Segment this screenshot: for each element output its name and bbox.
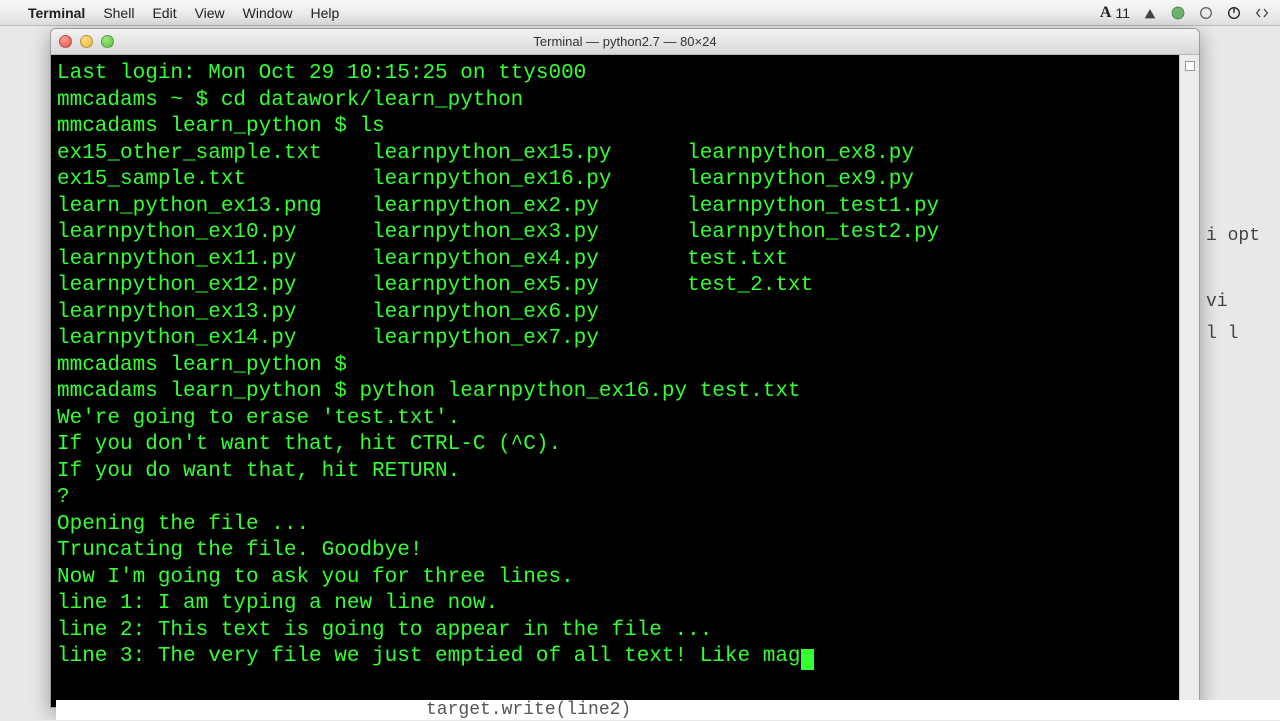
terminal-line: learnpython_ex12.py learnpython_ex5.py t…: [51, 273, 1179, 300]
background-editor-fragment: i opt vi l l: [1206, 220, 1276, 350]
window-titlebar[interactable]: Terminal — python2.7 — 80×24: [51, 29, 1199, 55]
menu-edit[interactable]: Edit: [152, 5, 176, 21]
terminal-line: If you do want that, hit RETURN.: [51, 459, 1179, 486]
terminal-line: learnpython_ex11.py learnpython_ex4.py t…: [51, 247, 1179, 274]
terminal-line: learnpython_ex10.py learnpython_ex3.py l…: [51, 220, 1179, 247]
terminal-line: Opening the file ...: [51, 512, 1179, 539]
terminal-line: Now I'm going to ask you for three lines…: [51, 565, 1179, 592]
menu-view[interactable]: View: [195, 5, 225, 21]
terminal-window: Terminal — python2.7 — 80×24 Last login:…: [50, 28, 1200, 708]
power-icon[interactable]: [1226, 5, 1242, 21]
macos-menubar: Terminal Shell Edit View Window Help A11: [0, 0, 1280, 26]
network-globe-icon[interactable]: [1170, 5, 1186, 21]
terminal-line: mmcadams learn_python $: [51, 353, 1179, 380]
terminal-line: line 2: This text is going to appear in …: [51, 618, 1179, 645]
window-title: Terminal — python2.7 — 80×24: [51, 34, 1199, 49]
terminal-line: mmcadams learn_python $ ls: [51, 114, 1179, 141]
scrollbar-marker: [1185, 61, 1195, 71]
nav-arrows-icon[interactable]: [1254, 5, 1270, 21]
terminal-viewport[interactable]: Last login: Mon Oct 29 10:15:25 on ttys0…: [51, 55, 1179, 707]
terminal-line: line 3: The very file we just emptied of…: [51, 644, 1179, 671]
terminal-scrollbar[interactable]: [1179, 55, 1199, 707]
terminal-line: Truncating the file. Goodbye!: [51, 538, 1179, 565]
sync-icon[interactable]: [1198, 5, 1214, 21]
menu-window[interactable]: Window: [243, 5, 293, 21]
background-editor-line: target.write(line2): [56, 700, 1280, 720]
terminal-line: learnpython_ex14.py learnpython_ex7.py: [51, 326, 1179, 353]
adobe-status-icon[interactable]: A11: [1100, 4, 1130, 22]
terminal-line: ?: [51, 485, 1179, 512]
menu-shell[interactable]: Shell: [103, 5, 134, 21]
menu-help[interactable]: Help: [310, 5, 339, 21]
terminal-line: ex15_other_sample.txt learnpython_ex15.p…: [51, 141, 1179, 168]
app-name[interactable]: Terminal: [28, 5, 85, 21]
terminal-line: Last login: Mon Oct 29 10:15:25 on ttys0…: [51, 61, 1179, 88]
terminal-line: learnpython_ex13.py learnpython_ex6.py: [51, 300, 1179, 327]
terminal-line: mmcadams ~ $ cd datawork/learn_python: [51, 88, 1179, 115]
terminal-line: ex15_sample.txt learnpython_ex16.py lear…: [51, 167, 1179, 194]
close-button[interactable]: [59, 35, 72, 48]
terminal-line: learn_python_ex13.png learnpython_ex2.py…: [51, 194, 1179, 221]
terminal-line: mmcadams learn_python $ python learnpyth…: [51, 379, 1179, 406]
terminal-line: We're going to erase 'test.txt'.: [51, 406, 1179, 433]
zoom-button[interactable]: [101, 35, 114, 48]
google-drive-icon[interactable]: [1142, 5, 1158, 21]
terminal-line: If you don't want that, hit CTRL-C (^C).: [51, 432, 1179, 459]
terminal-cursor: [801, 649, 814, 670]
terminal-line: line 1: I am typing a new line now.: [51, 591, 1179, 618]
minimize-button[interactable]: [80, 35, 93, 48]
